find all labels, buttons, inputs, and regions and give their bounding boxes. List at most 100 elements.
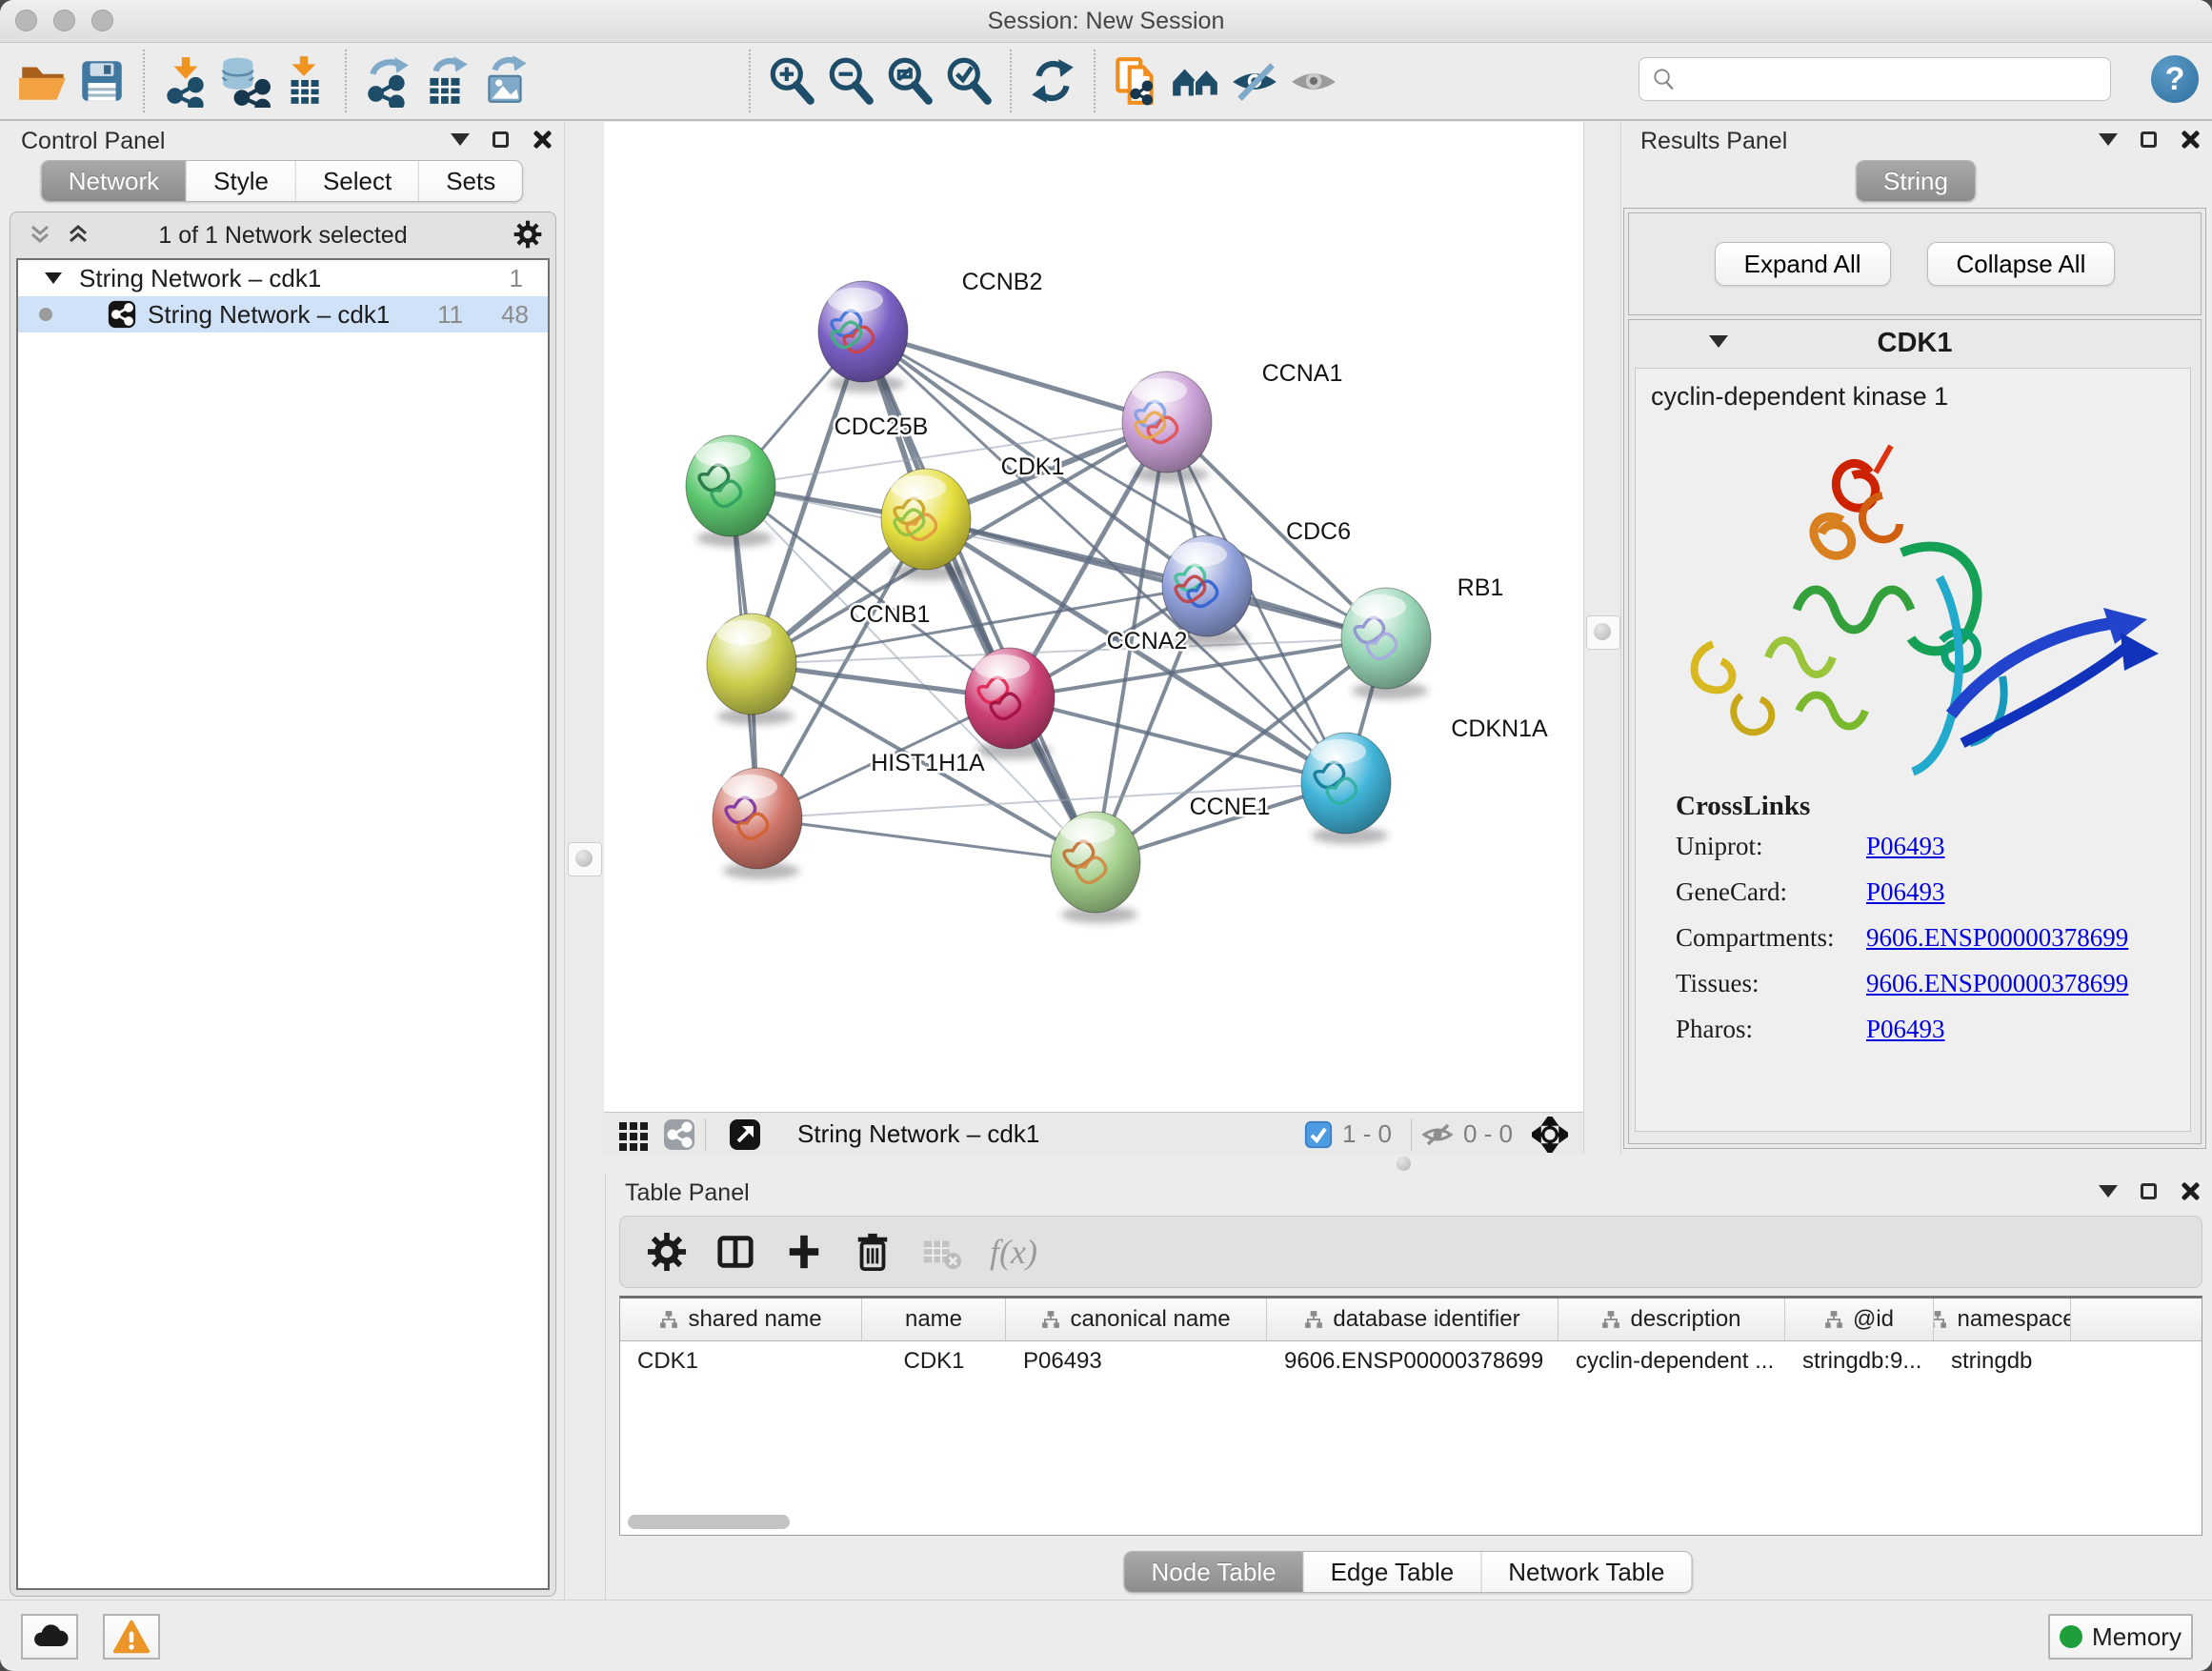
- column-header-name[interactable]: name: [862, 1299, 1006, 1340]
- bottom-splitter[interactable]: [604, 1155, 2212, 1174]
- network-node-CCNB1[interactable]: [707, 614, 796, 725]
- export-table-icon[interactable]: [420, 54, 473, 108]
- float-panel-icon[interactable]: [2141, 131, 2157, 148]
- network-node-CDKN1A[interactable]: [1301, 733, 1391, 844]
- expand-all-button[interactable]: Expand All: [1715, 242, 1891, 286]
- tab-node-table[interactable]: Node Table: [1125, 1552, 1304, 1592]
- tab-style[interactable]: Style: [187, 161, 296, 201]
- maximize-window-button[interactable]: [91, 10, 113, 31]
- close-panel-icon[interactable]: [2180, 1181, 2199, 1200]
- close-panel-icon[interactable]: [2180, 130, 2199, 149]
- scrollbar-thumb[interactable]: [628, 1515, 790, 1529]
- crosslink-link[interactable]: 9606.ENSP00000378699: [1866, 923, 2128, 953]
- collection-expander-icon[interactable]: [45, 272, 62, 284]
- selected-checkbox-icon[interactable]: [1304, 1120, 1333, 1149]
- collapse-all-button[interactable]: Collapse All: [1927, 242, 2116, 286]
- tab-edge-table[interactable]: Edge Table: [1304, 1552, 1482, 1592]
- crosslink-link[interactable]: 9606.ENSP00000378699: [1866, 969, 2128, 998]
- panel-menu-icon[interactable]: [451, 133, 470, 146]
- import-network-icon[interactable]: [159, 54, 212, 108]
- show-all-networks-icon[interactable]: [1169, 54, 1222, 108]
- tab-select[interactable]: Select: [296, 161, 419, 201]
- right-splitter[interactable]: [1583, 122, 1621, 1155]
- network-options-gear-icon[interactable]: [513, 220, 542, 249]
- column-header-shared-name[interactable]: shared name: [620, 1299, 862, 1340]
- export-network-icon[interactable]: [361, 54, 414, 108]
- detach-view-icon[interactable]: [729, 1118, 761, 1151]
- crosslink-link[interactable]: P06493: [1866, 832, 1945, 861]
- zoom-out-icon[interactable]: [824, 54, 877, 108]
- copy-network-view-icon[interactable]: [1110, 54, 1163, 108]
- add-column-icon[interactable]: [784, 1232, 824, 1272]
- table-cell[interactable]: CDK1: [620, 1348, 862, 1375]
- column-header-description[interactable]: description: [1558, 1299, 1785, 1340]
- left-splitter[interactable]: [564, 122, 606, 1601]
- show-columns-icon[interactable]: [715, 1232, 755, 1272]
- table-cell[interactable]: stringdb:9...: [1785, 1348, 1934, 1375]
- float-panel-icon[interactable]: [493, 131, 509, 148]
- refresh-icon[interactable]: [1026, 54, 1079, 108]
- network-node-RB1[interactable]: [1341, 588, 1431, 699]
- column-header-database-identifier[interactable]: database identifier: [1267, 1299, 1558, 1340]
- tab-string[interactable]: String: [1857, 161, 1975, 201]
- cloud-status-button[interactable]: [21, 1614, 78, 1660]
- search-input[interactable]: [1683, 65, 2110, 93]
- network-node-HIST1H1A[interactable]: [713, 768, 802, 879]
- panel-menu-icon[interactable]: [2099, 1185, 2118, 1198]
- memory-button[interactable]: Memory: [2048, 1614, 2193, 1660]
- table-settings-icon[interactable]: [647, 1232, 687, 1272]
- tab-network[interactable]: Network: [42, 161, 187, 201]
- close-panel-icon[interactable]: [532, 130, 551, 149]
- tab-network-table[interactable]: Network Table: [1481, 1552, 1691, 1592]
- warnings-button[interactable]: [103, 1614, 160, 1660]
- help-button[interactable]: ?: [2151, 55, 2199, 103]
- table-cell[interactable]: stringdb: [1934, 1348, 2071, 1375]
- left-splitter-handle[interactable]: [568, 842, 602, 876]
- table-row[interactable]: CDK1CDK1P064939606.ENSP00000378699cyclin…: [620, 1341, 2202, 1381]
- float-panel-icon[interactable]: [2141, 1183, 2157, 1199]
- hide-selected-icon[interactable]: [1228, 54, 1281, 108]
- network-type-icon[interactable]: [663, 1118, 695, 1151]
- open-session-icon[interactable]: [16, 54, 70, 108]
- column-header-canonical-name[interactable]: canonical name: [1006, 1299, 1267, 1340]
- control-panel-tabs: NetworkStyleSelectSets: [41, 160, 523, 202]
- zoom-selected-icon[interactable]: [942, 54, 995, 108]
- panel-menu-icon[interactable]: [2099, 133, 2118, 146]
- bottom-splitter-handle[interactable]: [1397, 1157, 1411, 1171]
- export-image-icon[interactable]: [479, 54, 533, 108]
- table-cell[interactable]: P06493: [1006, 1348, 1267, 1375]
- network-node-CCNA1[interactable]: [1122, 372, 1212, 483]
- network-node-CCNE1[interactable]: [1051, 812, 1140, 923]
- crosslink-link[interactable]: P06493: [1866, 1015, 1945, 1044]
- network-node-CCNB2[interactable]: [818, 281, 908, 393]
- network-row[interactable]: String Network – cdk1 11 48: [18, 296, 548, 332]
- zoom-fit-icon[interactable]: [883, 54, 936, 108]
- move-tool-icon[interactable]: [1532, 1117, 1568, 1153]
- table-cell[interactable]: CDK1: [862, 1348, 1006, 1375]
- show-grid-icon[interactable]: [617, 1118, 650, 1151]
- network-canvas[interactable]: CCNB2CCNA1CDC25BCDK1CDC6RB1CCNB1CCNA2CDK…: [604, 122, 1583, 1112]
- minimize-window-button[interactable]: [53, 10, 75, 31]
- network-graph[interactable]: CCNB2CCNA1CDC25BCDK1CDC6RB1CCNB1CCNA2CDK…: [604, 122, 1583, 1112]
- network-collection-row[interactable]: String Network – cdk1 1: [18, 260, 548, 296]
- table-horizontal-scrollbar[interactable]: [628, 1515, 2194, 1529]
- table-cell[interactable]: cyclin-dependent ...: [1558, 1348, 1785, 1375]
- crosslink-label: Compartments:: [1676, 923, 1866, 953]
- node-section-header[interactable]: CDK1: [1629, 320, 2201, 366]
- table-cell[interactable]: 9606.ENSP00000378699: [1267, 1348, 1558, 1375]
- delete-column-icon[interactable]: [853, 1232, 893, 1272]
- import-network-database-icon[interactable]: [218, 54, 271, 108]
- section-expander-icon[interactable]: [1709, 335, 1728, 348]
- zoom-in-icon[interactable]: [765, 54, 818, 108]
- network-node-CDC25B[interactable]: [686, 435, 775, 547]
- close-window-button[interactable]: [15, 10, 37, 31]
- right-splitter-handle[interactable]: [1586, 615, 1620, 650]
- import-table-icon[interactable]: [277, 54, 331, 108]
- column-header--id[interactable]: @id: [1785, 1299, 1934, 1340]
- crosslink-link[interactable]: P06493: [1866, 877, 1945, 907]
- search-box[interactable]: [1639, 57, 2111, 101]
- tab-sets[interactable]: Sets: [419, 161, 522, 201]
- save-session-icon[interactable]: [75, 54, 129, 108]
- show-selected-icon[interactable]: [1287, 54, 1340, 108]
- column-header-namespace[interactable]: namespace: [1934, 1299, 2071, 1340]
